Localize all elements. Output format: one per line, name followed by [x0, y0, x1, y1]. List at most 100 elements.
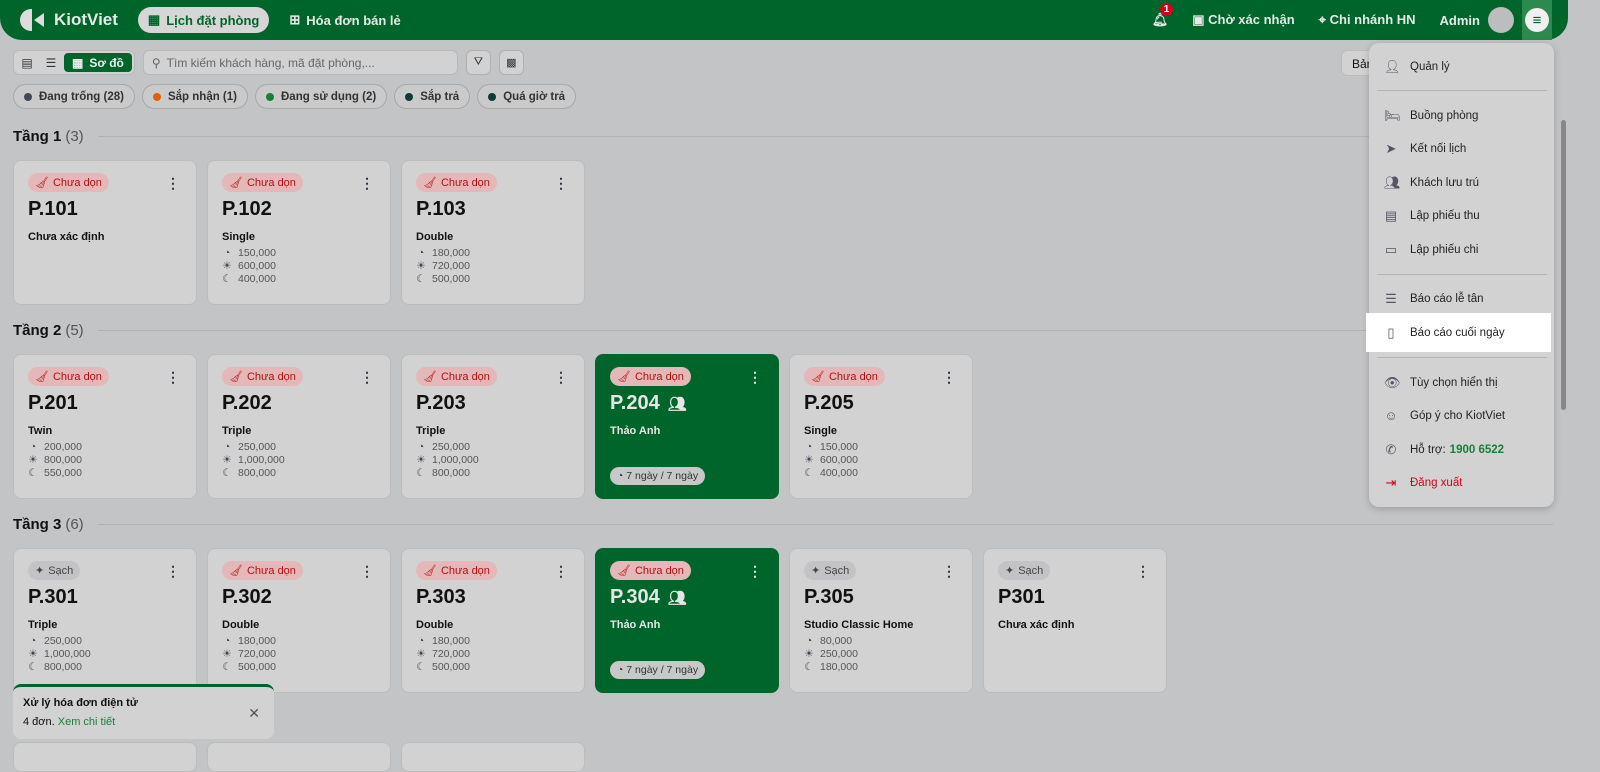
search-input[interactable]: ⚲ Tìm kiếm khách hàng, mã đặt phòng,... [142, 50, 458, 75]
price: 200,000 [44, 441, 82, 453]
room-card[interactable]: 🧹︎ Chưa dọn ⋮ P.101 Chưa xác định [13, 160, 197, 305]
menu-item[interactable]: 👥︎ Khách lưu trú [1369, 166, 1554, 199]
view-details-link[interactable]: Xem chi tiết [58, 716, 115, 728]
room-name: P.101 [28, 198, 78, 220]
status-filter-chip[interactable]: Sắp trả [394, 84, 471, 109]
more-options-icon[interactable]: ⋮ [554, 369, 568, 386]
more-options-icon[interactable]: ⋮ [166, 175, 180, 192]
room-card[interactable]: 🧹︎ Chưa dọn ⋮ P.304 👥︎ Thảo Anh ◔ 7 ngày / … [595, 548, 779, 693]
more-options-icon[interactable]: ⋮ [1136, 563, 1150, 580]
menu-item[interactable]: ▯ Báo cáo cuối ngày [1366, 313, 1551, 352]
more-options-icon[interactable]: ⋮ [360, 175, 374, 192]
room-card[interactable]: ✦ Sạch ⋮ P.301 Triple ◔ 250,000 ☀ 1,000,000 ☾ 8… [13, 548, 197, 693]
status-filter-chip[interactable]: Sắp nhận (1) [141, 84, 248, 109]
menu-item-label: Kết nối lịch [1410, 142, 1467, 155]
status-filter-chip[interactable]: Quá giờ trả [477, 84, 577, 109]
price: 800,000 [238, 467, 276, 479]
daily-sun-icon: ☀ [804, 648, 814, 660]
main-menu-button[interactable]: ≡ [1522, 0, 1552, 40]
room-card[interactable] [13, 742, 197, 772]
room-card[interactable]: 🧹︎ Chưa dọn ⋮ P.103 Double ◔ 180,000 ☀ 720,00… [401, 160, 585, 305]
room-card[interactable]: 🧹︎ Chưa dọn ⋮ P.201 Twin ◔ 200,000 ☀ 800,000 ☾… [13, 354, 197, 499]
more-options-icon[interactable]: ⋮ [166, 563, 180, 580]
pending-confirmation-button[interactable]: ▣ Chờ xác nhận [1192, 12, 1294, 28]
chip-label: Đang sử dụng (2) [281, 90, 377, 103]
status-dot-icon [488, 92, 497, 101]
brand-name: KiotViet [54, 10, 118, 29]
more-options-icon[interactable]: ⋮ [360, 369, 374, 386]
status-filter-chip[interactable]: Đang trống (28) [13, 84, 135, 109]
status-filter-chip[interactable]: Đang sử dụng (2) [255, 84, 388, 109]
guest-name: Thảo Anh [610, 619, 661, 631]
chip-label: Sắp nhận (1) [167, 90, 237, 103]
menu-item-label: Hỗ trợ: [1410, 443, 1446, 456]
tab-retail-invoice[interactable]: ⊞ Hóa đơn bán lẻ [279, 7, 410, 33]
more-options-icon[interactable]: ⋮ [942, 563, 956, 580]
room-card[interactable] [207, 742, 391, 772]
more-options-icon[interactable]: ⋮ [360, 563, 374, 580]
file-plus-icon: ⊞ [289, 12, 301, 27]
room-card[interactable]: 🧹︎ Chưa dọn ⋮ P.302 Double ◔ 180,000 ☀ 720,00… [207, 548, 391, 693]
menu-item[interactable]: ➤ Kết nối lịch [1369, 132, 1554, 165]
housekeeping-status-badge: ✦ Sạch [28, 561, 81, 580]
toast-count: 4 đơn. [23, 716, 55, 728]
broom-icon: 🧹︎ [617, 565, 631, 577]
room-card[interactable]: 🧹︎ Chưa dọn ⋮ P.202 Triple ◔ 250,000 ☀ 1,000,… [207, 354, 391, 499]
more-options-icon[interactable]: ⋮ [942, 369, 956, 386]
notifications-button[interactable]: 🔔︎ 1 [1152, 3, 1174, 28]
menu-item[interactable]: 🛏︎ Buồng phòng [1369, 99, 1554, 132]
filter-icon: ⛛ [473, 56, 483, 68]
more-options-icon[interactable]: ⋮ [166, 369, 180, 386]
room-card[interactable]: 🧹︎ Chưa dọn ⋮ P.303 Double ◔ 180,000 ☀ 720,00… [401, 548, 585, 693]
price: 400,000 [820, 467, 858, 479]
grid-view-button[interactable]: ▦ Sơ đồ [64, 53, 132, 72]
menu-item-label: Báo cáo cuối ngày [1410, 326, 1505, 339]
price: 500,000 [432, 273, 470, 285]
price: 250,000 [432, 441, 470, 453]
room-card[interactable]: ✦ Sạch ⋮ P301 Chưa xác định [983, 548, 1167, 693]
scrollbar[interactable] [1561, 120, 1566, 410]
calendar-edit-icon: ▣ [1192, 12, 1209, 27]
room-card[interactable]: 🧹︎ Chưa dọn ⋮ P.205 Single ◔ 150,000 ☀ 600,00… [789, 354, 973, 499]
menu-item[interactable]: ✆ Hỗ trợ: 1900 6522 [1369, 433, 1554, 466]
more-options-icon[interactable]: ⋮ [554, 175, 568, 192]
status-text: Sạch [48, 564, 74, 577]
overnight-moon-icon: ☾ [416, 467, 426, 479]
filter-button[interactable]: ⛛ [465, 50, 491, 75]
more-options-icon[interactable]: ⋮ [748, 563, 762, 580]
more-options-icon[interactable]: ⋮ [748, 369, 762, 386]
table-view-icon[interactable]: ▤ [16, 56, 38, 70]
room-card[interactable]: 🧹︎ Chưa dọn ⋮ P.204 👥︎ Thảo Anh ◔ 7 ngày / … [595, 354, 779, 499]
more-options-icon[interactable]: ⋮ [554, 563, 568, 580]
avatar[interactable] [1488, 7, 1514, 33]
overnight-moon-icon: ☾ [28, 661, 38, 673]
menu-item[interactable]: ▭ Lập phiếu chi [1369, 233, 1554, 266]
einvoice-toast: Xử lý hóa đơn điện tử 4 đơn. Xem chi tiế… [13, 684, 274, 739]
room-card[interactable]: 🧹︎ Chưa dọn ⋮ P.102 Single ◔ 150,000 ☀ 600,00… [207, 160, 391, 305]
menu-item[interactable]: ☰ Báo cáo lễ tân [1369, 282, 1554, 315]
menu-item[interactable]: 👁︎ Tùy chọn hiển thị [1369, 366, 1554, 399]
menu-item[interactable]: ▤ Lập phiếu thu [1369, 199, 1554, 232]
broom-icon: 🧹︎ [229, 177, 243, 189]
view-switcher: ▤ ☰ ▦ Sơ đồ [13, 50, 135, 75]
list-view-icon[interactable]: ☰ [40, 56, 62, 70]
room-card[interactable]: 🧹︎ Chưa dọn ⋮ P.203 Triple ◔ 250,000 ☀ 1,000,… [401, 354, 585, 499]
tab-booking-calendar[interactable]: ▦ Lịch đặt phòng [137, 7, 270, 33]
room-card[interactable]: ✦ Sạch ⋮ P.305 Studio Classic Home ◔ 80,000… [789, 548, 973, 693]
menu-item[interactable]: 👤︎ Quản lý [1369, 50, 1554, 83]
menu-item[interactable]: ☺ Góp ý cho KiotViet [1369, 399, 1554, 432]
support-phone[interactable]: 1900 6522 [1450, 444, 1504, 456]
housekeeping-status-badge: 🧹︎ Chưa dọn [28, 173, 109, 192]
calendar-icon: ▦ [147, 12, 161, 27]
broom-icon: 🧹︎ [617, 371, 631, 383]
menu-item[interactable]: ⇥ Đăng xuất [1369, 466, 1554, 499]
qr-button[interactable]: ▩ [498, 50, 524, 75]
room-card[interactable] [401, 742, 585, 772]
branch-selector[interactable]: ⌖ Chi nhánh HN [1319, 12, 1416, 28]
menu-item-label: Góp ý cho KiotViet [1410, 409, 1506, 422]
hourly-clock-icon: ◔ [29, 441, 37, 453]
menu-item-label: Báo cáo lễ tân [1410, 292, 1484, 305]
close-icon[interactable]: ✕ [248, 705, 260, 722]
brand-logo[interactable]: KiotViet [20, 9, 118, 31]
broom-icon: 🧹︎ [35, 371, 49, 383]
